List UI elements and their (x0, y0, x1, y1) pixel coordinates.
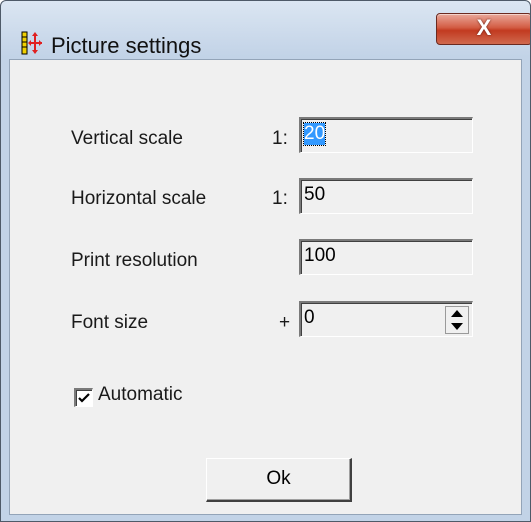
font-size-label: Font size (71, 312, 149, 333)
up-arrow-icon[interactable] (446, 307, 468, 320)
print-resolution-input[interactable]: 100 (299, 239, 473, 275)
automatic-label[interactable]: Automatic (98, 384, 182, 406)
close-icon: X (476, 15, 492, 40)
title-bar[interactable]: Picture settings X (1, 1, 530, 59)
print-resolution-label: Print resolution (71, 250, 198, 271)
picture-settings-icon (21, 31, 42, 55)
automatic-checkbox[interactable] (74, 388, 93, 407)
font-size-value: 0 (304, 307, 315, 328)
dialog-body: Vertical scale 1: 20 Horizontal scale 1:… (9, 59, 522, 515)
print-resolution-value: 100 (304, 245, 336, 266)
checkmark-icon (78, 393, 90, 403)
vertical-scale-input[interactable]: 20 (299, 117, 473, 153)
ok-button[interactable]: Ok (206, 458, 352, 502)
horizontal-scale-prefix: 1: (272, 188, 288, 209)
vertical-scale-value: 20 (302, 122, 327, 146)
font-size-spinner (445, 306, 469, 334)
window-title: Picture settings (51, 33, 202, 58)
vertical-scale-prefix: 1: (272, 128, 288, 149)
font-size-stepper[interactable]: 0 (299, 301, 473, 337)
horizontal-scale-value: 50 (304, 184, 326, 205)
font-size-prefix: + (279, 312, 291, 333)
horizontal-scale-label: Horizontal scale (71, 188, 207, 209)
vertical-scale-label: Vertical scale (71, 128, 183, 149)
down-arrow-icon[interactable] (446, 320, 468, 333)
horizontal-scale-input[interactable]: 50 (299, 178, 473, 214)
close-button[interactable]: X (436, 13, 530, 45)
picture-settings-dialog: Picture settings X Vertical scale 1: 20 … (0, 0, 531, 522)
